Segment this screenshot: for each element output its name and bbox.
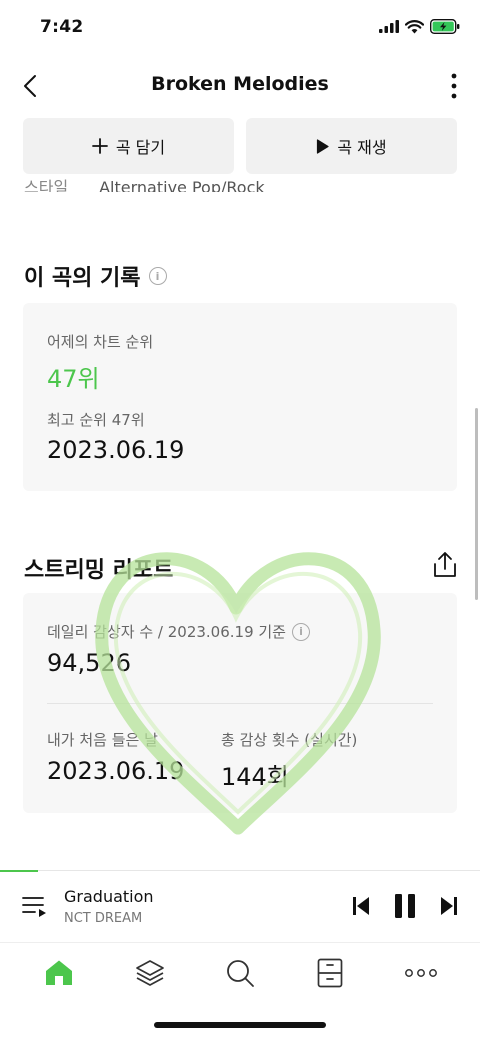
status-time: 7:42 — [40, 17, 84, 37]
scrollbar[interactable] — [475, 408, 478, 600]
home-icon — [46, 960, 73, 985]
best-rank-label: 최고 순위 47위 — [47, 411, 145, 429]
play-song-label: 곡 재생 — [337, 138, 387, 157]
add-song-button[interactable]: 곡 담기 — [23, 118, 234, 174]
info-icon[interactable]: i — [291, 622, 310, 641]
info-icon[interactable]: i — [148, 267, 167, 285]
layers-icon — [135, 959, 164, 986]
streaming-section-title: 스트리밍 리포트 — [24, 552, 173, 584]
play-icon — [317, 138, 329, 154]
history-section-title: 이 곡의 기록 i — [24, 260, 167, 292]
drawer-icon — [318, 958, 343, 987]
playlist-button[interactable] — [22, 895, 48, 921]
streaming-title: 스트리밍 리포트 — [24, 558, 174, 583]
home-indicator — [154, 1022, 326, 1028]
signal-icon — [379, 20, 399, 33]
vertical-dots-icon — [451, 73, 457, 99]
tab-home[interactable] — [29, 948, 89, 998]
battery-charging-icon — [430, 19, 460, 34]
tab-library[interactable] — [120, 948, 180, 998]
plus-icon — [91, 138, 108, 154]
wifi-icon — [405, 19, 424, 33]
previous-track-icon[interactable] — [352, 896, 370, 916]
tab-more[interactable] — [391, 948, 451, 998]
more-icon — [404, 968, 437, 977]
tab-search[interactable] — [210, 948, 270, 998]
status-bar: 7:42 — [0, 0, 480, 58]
divider — [47, 703, 433, 704]
add-song-label: 곡 담기 — [115, 138, 166, 157]
mini-player[interactable]: Graduation NCT DREAM — [0, 870, 480, 942]
next-track-icon[interactable] — [440, 896, 458, 916]
first-listened-value: 2023.06.19 — [47, 757, 185, 785]
daily-listeners-row: 데일리 감상자 수 / 2023.06.19 기준 i — [47, 621, 310, 642]
best-rank-date: 2023.06.19 — [47, 436, 185, 464]
action-row: 곡 담기 곡 재생 — [23, 118, 457, 174]
genre-label: 스타일 — [24, 178, 69, 192]
first-listened-label: 내가 처음 들은 날 — [47, 731, 158, 749]
yesterday-rank-value: 47위 — [47, 365, 100, 393]
search-icon — [227, 959, 254, 987]
streaming-card: 데일리 감상자 수 / 2023.06.19 기준 i 94,526 내가 처음… — [23, 593, 457, 813]
history-title: 이 곡의 기록 — [24, 266, 141, 291]
more-options-button[interactable] — [444, 70, 464, 102]
share-button[interactable] — [432, 551, 458, 579]
genre-value: Alternative Pop/Rock — [99, 178, 265, 192]
player-progress-bar — [0, 870, 39, 872]
history-card: 어제의 차트 순위 47위 최고 순위 47위 2023.06.19 — [23, 303, 457, 491]
total-plays-value: 144회 — [221, 763, 289, 791]
yesterday-rank-label: 어제의 차트 순위 — [47, 333, 154, 351]
share-icon — [434, 552, 456, 577]
now-playing-artist: NCT DREAM — [64, 911, 143, 926]
daily-listeners-value: 94,526 — [47, 649, 131, 677]
tab-storage[interactable] — [300, 948, 360, 998]
player-controls — [352, 893, 458, 919]
now-playing-title: Graduation — [64, 887, 154, 906]
playlist-icon — [22, 897, 46, 917]
daily-listeners-label: 데일리 감상자 수 / 2023.06.19 기준 — [47, 623, 286, 641]
pause-icon[interactable] — [394, 893, 416, 919]
status-icons — [379, 19, 460, 34]
total-plays-label: 총 감상 횟수 (실시간) — [221, 731, 358, 749]
page-title: Broken Melodies — [151, 73, 329, 95]
nav-bar: Broken Melodies — [0, 58, 480, 114]
play-song-button[interactable]: 곡 재생 — [246, 118, 457, 174]
tab-bar — [0, 942, 480, 1002]
